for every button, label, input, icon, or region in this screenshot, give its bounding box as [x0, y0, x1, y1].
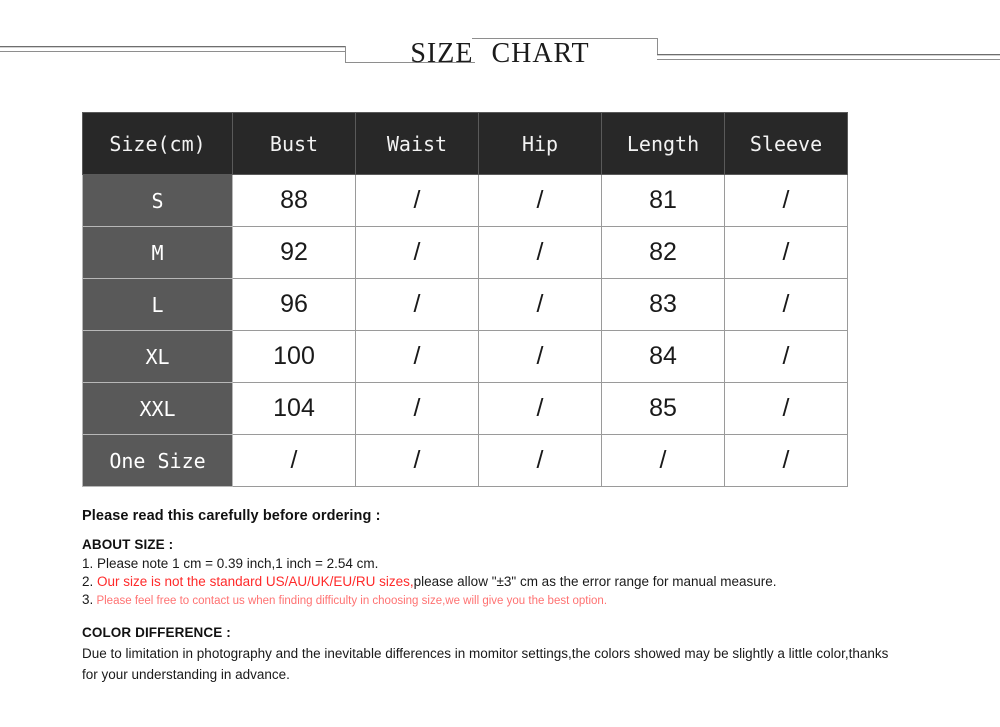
cell-size: M [82, 226, 233, 279]
about-size-item-3: 3. Please feel free to contact us when f… [82, 591, 962, 610]
about-size-item-1: 1. Please note 1 cm = 0.39 inch,1 inch =… [82, 556, 379, 571]
cell-sleeve: / [724, 174, 848, 227]
table-header-row: Size(cm) Bust Waist Hip Length Sleeve [82, 112, 848, 175]
cell-hip: / [478, 434, 602, 487]
color-difference-body: Due to limitation in photography and the… [82, 646, 889, 682]
column-header-waist: Waist [355, 112, 479, 175]
cell-sleeve: / [724, 226, 848, 279]
cell-sleeve: / [724, 330, 848, 383]
table-row: XXL 104 / / 85 / [82, 382, 848, 435]
column-header-bust: Bust [232, 112, 356, 175]
cell-hip: / [478, 382, 602, 435]
cell-length: 85 [601, 382, 725, 435]
about-size-item-2: 2. Our size is not the standard US/AU/UK… [82, 573, 962, 591]
cell-hip: / [478, 330, 602, 383]
cell-waist: / [355, 330, 479, 383]
table-row: S 88 / / 81 / [82, 174, 848, 227]
cell-length: 84 [601, 330, 725, 383]
column-header-length: Length [601, 112, 725, 175]
notes-spacer [82, 610, 962, 625]
table-row: XL 100 / / 84 / [82, 330, 848, 383]
cell-hip: / [478, 226, 602, 279]
notes-heading: Please read this carefully before orderi… [82, 508, 381, 524]
cell-bust: 88 [232, 174, 356, 227]
size-chart-table-container: Size(cm) Bust Waist Hip Length Sleeve S … [82, 112, 848, 487]
cell-waist: / [355, 382, 479, 435]
cell-bust: / [232, 434, 356, 487]
cell-length: 83 [601, 278, 725, 331]
cell-hip: / [478, 174, 602, 227]
about-size-heading: ABOUT SIZE : [82, 537, 174, 552]
cell-size: S [82, 174, 233, 227]
column-header-hip: Hip [478, 112, 602, 175]
cell-hip: / [478, 278, 602, 331]
notes-section: Please read this carefully before orderi… [82, 508, 962, 685]
color-difference-heading: COLOR DIFFERENCE : [82, 625, 231, 640]
item-2-red-text: Our size is not the standard US/AU/UK/EU… [93, 574, 414, 589]
column-header-size: Size(cm) [82, 112, 233, 175]
cell-length: 82 [601, 226, 725, 279]
cell-bust: 96 [232, 278, 356, 331]
cell-waist: / [355, 278, 479, 331]
item-2-number: 2. [82, 574, 94, 589]
item-3-red-text: Please feel free to contact us when find… [93, 595, 608, 607]
cell-bust: 92 [232, 226, 356, 279]
cell-sleeve: / [724, 434, 848, 487]
cell-waist: / [355, 434, 479, 487]
title-word-chart: CHART [491, 38, 590, 69]
cell-size: XXL [82, 382, 233, 435]
title-word-size: SIZE [410, 38, 474, 69]
table-row: M 92 / / 82 / [82, 226, 848, 279]
size-chart-table: Size(cm) Bust Waist Hip Length Sleeve S … [82, 112, 848, 487]
cell-length: 81 [601, 174, 725, 227]
column-header-sleeve: Sleeve [724, 112, 848, 175]
title-banner: SIZE CHART [0, 0, 1000, 92]
cell-bust: 100 [232, 330, 356, 383]
cell-size: One Size [82, 434, 233, 487]
cell-bust: 104 [232, 382, 356, 435]
cell-size: XL [82, 330, 233, 383]
cell-size: L [82, 278, 233, 331]
item-2-black-text: please allow "±3" cm as the error range … [413, 574, 777, 589]
cell-length: / [601, 434, 725, 487]
table-row: One Size / / / / / [82, 434, 848, 487]
cell-sleeve: / [724, 278, 848, 331]
cell-sleeve: / [724, 382, 848, 435]
table-row: L 96 / / 83 / [82, 278, 848, 331]
item-3-number: 3. [82, 592, 94, 607]
page-title: SIZE CHART [0, 34, 1000, 74]
cell-waist: / [355, 174, 479, 227]
cell-waist: / [355, 226, 479, 279]
